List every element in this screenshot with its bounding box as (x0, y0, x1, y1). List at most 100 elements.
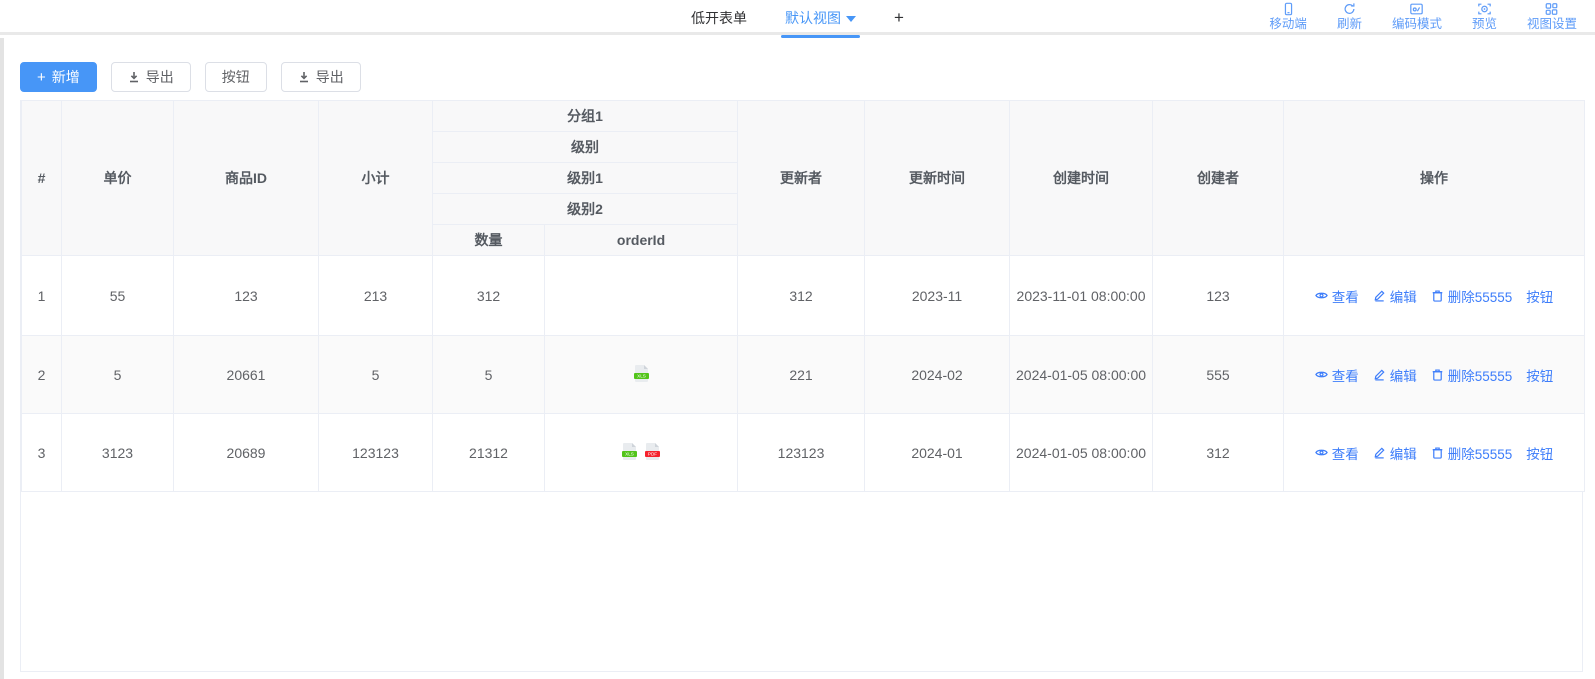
tab-add-button[interactable]: + (894, 0, 904, 35)
code-mode-button[interactable]: 编码模式 (1392, 2, 1442, 31)
header-creator: 创建者 (1153, 101, 1284, 256)
edit-link[interactable]: 编辑 (1373, 443, 1417, 463)
cell-update-time: 2024-02 (865, 336, 1010, 414)
row-button-link[interactable]: 按钮 (1526, 286, 1553, 306)
cell-unit-price: 3123 (62, 414, 174, 492)
cell-order-id (545, 256, 738, 336)
tab-default-view[interactable]: 默认视图 (785, 0, 856, 35)
cell-unit-price: 55 (62, 256, 174, 336)
header-create-time: 创建时间 (1010, 101, 1153, 256)
tab-form[interactable]: 低开表单 (691, 0, 747, 35)
xls-file-icon[interactable]: XLS (622, 443, 637, 463)
mobile-icon (1281, 2, 1296, 16)
left-edge-strip (0, 38, 4, 679)
toolbar: + 新增 导出 按钮 导出 (20, 62, 1583, 92)
cell-actions: 查看 编辑 删除55555 按钮 (1284, 256, 1585, 336)
view-link-label: 查看 (1332, 443, 1359, 463)
mobile-view-label: 移动端 (1269, 17, 1307, 31)
delete-link[interactable]: 删除55555 (1431, 365, 1513, 385)
row-button-label: 按钮 (1526, 443, 1553, 463)
xls-file-icon[interactable]: XLS (634, 365, 649, 385)
preview-button[interactable]: 预览 (1472, 2, 1497, 31)
header-level2: 级别2 (433, 194, 738, 225)
view-settings-button[interactable]: 视图设置 (1527, 2, 1577, 31)
edit-link-label: 编辑 (1390, 443, 1417, 463)
view-link[interactable]: 查看 (1315, 443, 1359, 463)
view-link[interactable]: 查看 (1315, 286, 1359, 306)
delete-link[interactable]: 删除55555 (1431, 443, 1513, 463)
cell-updater: 123123 (738, 414, 865, 492)
trash-icon (1431, 289, 1444, 302)
header-update-time: 更新时间 (865, 101, 1010, 256)
view-link-label: 查看 (1332, 365, 1359, 385)
edit-link[interactable]: 编辑 (1373, 365, 1417, 385)
generic-button[interactable]: 按钮 (205, 62, 267, 92)
header-product-id: 商品ID (174, 101, 319, 256)
cell-index: 1 (22, 256, 62, 336)
table-row: 3 3123 20689 123123 21312 XLS PDF (22, 414, 1585, 492)
table-row: 2 5 20661 5 5 XLS 221 2024-02 2024-0 (22, 336, 1585, 414)
refresh-icon (1342, 2, 1357, 16)
cell-create-time: 2024-01-05 08:00:00 (1010, 414, 1153, 492)
export-button-2[interactable]: 导出 (281, 62, 361, 92)
top-actions: 移动端 刷新 编码模式 预览 视图设置 (1269, 2, 1577, 31)
cell-actions: 查看 编辑 删除55555 按钮 (1284, 414, 1585, 492)
header-subtotal: 小计 (319, 101, 433, 256)
cell-quantity: 312 (433, 256, 545, 336)
cell-creator: 123 (1153, 256, 1284, 336)
row-button-label: 按钮 (1526, 365, 1553, 385)
pencil-icon (1373, 289, 1386, 302)
chevron-down-icon (846, 16, 856, 22)
eye-icon (1315, 368, 1328, 381)
pencil-icon (1373, 446, 1386, 459)
header-order-id: orderId (545, 225, 738, 256)
plus-icon: + (37, 70, 46, 85)
export-button-1-label: 导出 (146, 67, 174, 87)
header-unit-price: 单价 (62, 101, 174, 256)
tab-add-label: + (894, 8, 904, 28)
preview-icon (1477, 2, 1492, 16)
cell-product-id: 20689 (174, 414, 319, 492)
row-button-link[interactable]: 按钮 (1526, 365, 1553, 385)
cell-updater: 312 (738, 256, 865, 336)
cell-create-time: 2023-11-01 08:00:00 (1010, 256, 1153, 336)
download-icon (128, 71, 140, 83)
cell-index: 2 (22, 336, 62, 414)
header-updater: 更新者 (738, 101, 865, 256)
code-mode-label: 编码模式 (1392, 17, 1442, 31)
pdf-file-icon[interactable]: PDF (645, 443, 660, 463)
cell-quantity: 5 (433, 336, 545, 414)
cell-creator: 555 (1153, 336, 1284, 414)
delete-link[interactable]: 删除55555 (1431, 286, 1513, 306)
header-index: # (22, 101, 62, 256)
export-button-1[interactable]: 导出 (111, 62, 191, 92)
export-button-2-label: 导出 (316, 67, 344, 87)
cell-update-time: 2023-11 (865, 256, 1010, 336)
table-row: 1 55 123 213 312 312 2023-11 2023-11-01 … (22, 256, 1585, 336)
table-header: # 单价 商品ID 小计 分组1 更新者 更新时间 创建时间 创建者 操作 级别… (22, 101, 1585, 256)
cell-order-id: XLS PDF (545, 414, 738, 492)
generic-button-label: 按钮 (222, 67, 250, 87)
add-button[interactable]: + 新增 (20, 62, 97, 92)
cell-update-time: 2024-01 (865, 414, 1010, 492)
cell-index: 3 (22, 414, 62, 492)
view-link-label: 查看 (1332, 286, 1359, 306)
top-bar: 低开表单 默认视图 + 移动端 刷新 编码模式 (0, 0, 1595, 35)
eye-icon (1315, 289, 1328, 302)
trash-icon (1431, 368, 1444, 381)
cell-quantity: 21312 (433, 414, 545, 492)
mobile-view-button[interactable]: 移动端 (1269, 2, 1307, 31)
trash-icon (1431, 446, 1444, 459)
edit-link[interactable]: 编辑 (1373, 286, 1417, 306)
delete-link-label: 删除55555 (1448, 286, 1513, 306)
row-button-link[interactable]: 按钮 (1526, 443, 1553, 463)
eye-icon (1315, 446, 1328, 459)
refresh-button[interactable]: 刷新 (1337, 2, 1362, 31)
header-actions: 操作 (1284, 101, 1585, 256)
header-quantity: 数量 (433, 225, 545, 256)
cell-actions: 查看 编辑 删除55555 按钮 (1284, 336, 1585, 414)
data-table: # 单价 商品ID 小计 分组1 更新者 更新时间 创建时间 创建者 操作 级别… (21, 100, 1585, 492)
view-link[interactable]: 查看 (1315, 365, 1359, 385)
svg-text:XLS: XLS (625, 451, 634, 456)
cell-unit-price: 5 (62, 336, 174, 414)
